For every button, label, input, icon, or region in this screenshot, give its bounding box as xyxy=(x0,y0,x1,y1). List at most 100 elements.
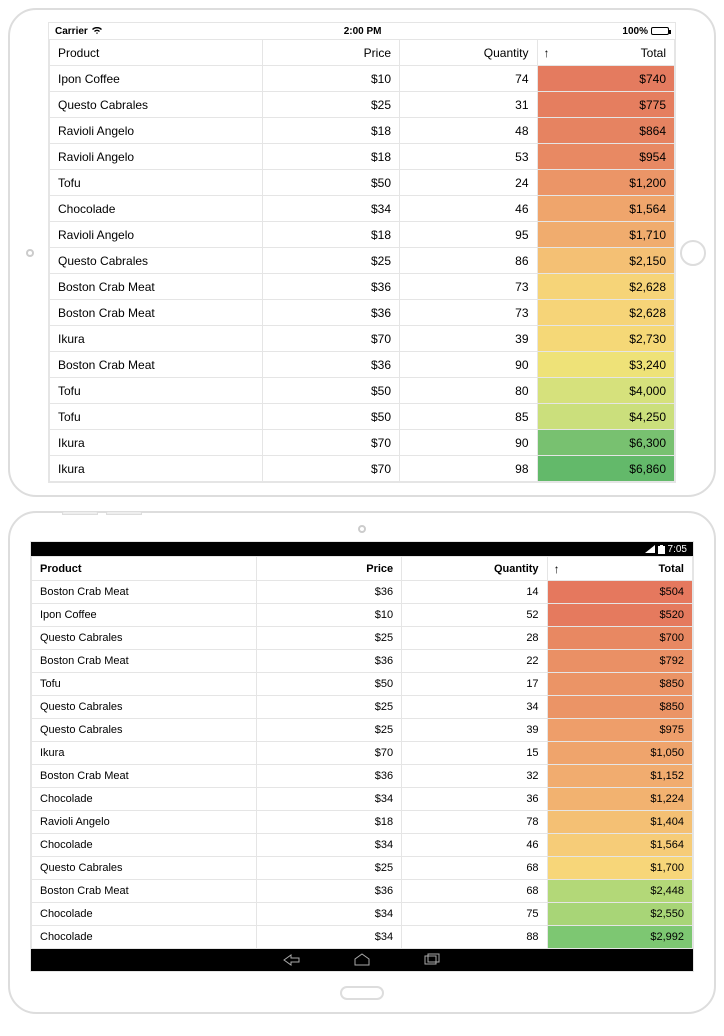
table-row[interactable]: Tofu$5024$1,200 xyxy=(50,170,675,196)
col-product[interactable]: Product xyxy=(32,557,257,581)
home-icon[interactable] xyxy=(352,953,372,967)
recent-apps-icon[interactable] xyxy=(422,953,442,967)
col-price[interactable]: Price xyxy=(262,40,400,66)
cell-total: $740 xyxy=(537,66,675,92)
table-row[interactable]: Tofu$5080$4,000 xyxy=(50,378,675,404)
cell-product: Ipon Coffee xyxy=(50,66,263,92)
device-ipad: Carrier 2:00 PM 100% Product Price Quant… xyxy=(8,8,716,497)
camera-icon xyxy=(26,249,34,257)
cell-price: $25 xyxy=(262,92,400,118)
cell-total: $3,240 xyxy=(537,352,675,378)
cell-total: $1,224 xyxy=(547,788,692,811)
battery-label: 100% xyxy=(622,26,648,37)
cell-price: $25 xyxy=(256,719,401,742)
col-price[interactable]: Price xyxy=(256,557,401,581)
table-row[interactable]: Boston Crab Meat$3673$2,628 xyxy=(50,274,675,300)
table-row[interactable]: Chocolade$3488$2,992 xyxy=(32,926,693,949)
table-row[interactable]: Boston Crab Meat$3668$2,448 xyxy=(32,880,693,903)
cell-price: $36 xyxy=(262,274,400,300)
cell-price: $18 xyxy=(256,811,401,834)
cell-total: $850 xyxy=(547,696,692,719)
table-row[interactable]: Boston Crab Meat$3622$792 xyxy=(32,650,693,673)
cell-product: Ikura xyxy=(50,430,263,456)
cell-product: Ravioli Angelo xyxy=(32,811,257,834)
table-row[interactable]: Ravioli Angelo$1895$1,710 xyxy=(50,222,675,248)
data-grid-ios[interactable]: Product Price Quantity ↑ Total Ipon Coff… xyxy=(49,39,675,482)
cell-price: $50 xyxy=(262,378,400,404)
clock-label: 7:05 xyxy=(668,544,687,555)
cell-product: Tofu xyxy=(50,378,263,404)
table-row[interactable]: Ravioli Angelo$1853$954 xyxy=(50,144,675,170)
col-total[interactable]: ↑ Total xyxy=(547,557,692,581)
cell-price: $34 xyxy=(256,834,401,857)
cell-total: $504 xyxy=(547,581,692,604)
cell-total: $2,992 xyxy=(547,926,692,949)
cell-quantity: 73 xyxy=(400,300,538,326)
cell-total: $792 xyxy=(547,650,692,673)
table-row[interactable]: Ikura$7015$1,050 xyxy=(32,742,693,765)
cell-product: Chocolade xyxy=(32,788,257,811)
table-row[interactable]: Boston Crab Meat$3632$1,152 xyxy=(32,765,693,788)
cell-price: $36 xyxy=(256,880,401,903)
cell-quantity: 80 xyxy=(400,378,538,404)
table-row[interactable]: Ipon Coffee$1052$520 xyxy=(32,604,693,627)
col-quantity[interactable]: Quantity xyxy=(402,557,547,581)
table-row[interactable]: Tofu$5085$4,250 xyxy=(50,404,675,430)
table-row[interactable]: Chocolade$3446$1,564 xyxy=(32,834,693,857)
cell-product: Ravioli Angelo xyxy=(50,118,263,144)
cell-total: $1,700 xyxy=(547,857,692,880)
cell-price: $25 xyxy=(256,627,401,650)
cell-quantity: 46 xyxy=(402,834,547,857)
data-grid-android[interactable]: Product Price Quantity ↑ Total Boston Cr… xyxy=(31,556,693,949)
cell-price: $36 xyxy=(262,352,400,378)
col-total[interactable]: ↑ Total xyxy=(537,40,675,66)
table-row[interactable]: Questo Cabrales$2531$775 xyxy=(50,92,675,118)
table-row[interactable]: Tofu$5017$850 xyxy=(32,673,693,696)
screen-ios: Carrier 2:00 PM 100% Product Price Quant… xyxy=(48,22,676,483)
table-row[interactable]: Chocolade$3436$1,224 xyxy=(32,788,693,811)
table-row[interactable]: Boston Crab Meat$3690$3,240 xyxy=(50,352,675,378)
cell-quantity: 90 xyxy=(400,430,538,456)
cell-product: Ravioli Angelo xyxy=(50,222,263,248)
cell-total: $2,150 xyxy=(537,248,675,274)
table-row[interactable]: Chocolade$3475$2,550 xyxy=(32,903,693,926)
table-row[interactable]: Ravioli Angelo$1878$1,404 xyxy=(32,811,693,834)
table-row[interactable]: Ipon Coffee$1074$740 xyxy=(50,66,675,92)
table-row[interactable]: Boston Crab Meat$3614$504 xyxy=(32,581,693,604)
table-row[interactable]: Questo Cabrales$2539$975 xyxy=(32,719,693,742)
back-icon[interactable] xyxy=(282,953,302,967)
cell-quantity: 74 xyxy=(400,66,538,92)
ios-status-bar: Carrier 2:00 PM 100% xyxy=(49,23,675,39)
cell-quantity: 15 xyxy=(402,742,547,765)
cell-price: $70 xyxy=(262,456,400,482)
cell-price: $70 xyxy=(256,742,401,765)
android-nav-bar xyxy=(31,949,693,971)
cell-quantity: 31 xyxy=(400,92,538,118)
cell-total: $1,564 xyxy=(547,834,692,857)
table-row[interactable]: Boston Crab Meat$3673$2,628 xyxy=(50,300,675,326)
table-row[interactable]: Ikura$7090$6,300 xyxy=(50,430,675,456)
table-row[interactable]: Questo Cabrales$2534$850 xyxy=(32,696,693,719)
cell-quantity: 22 xyxy=(402,650,547,673)
col-quantity[interactable]: Quantity xyxy=(400,40,538,66)
cell-quantity: 98 xyxy=(400,456,538,482)
table-row[interactable]: Ikura$7098$6,860 xyxy=(50,456,675,482)
table-row[interactable]: Ikura$7039$2,730 xyxy=(50,326,675,352)
cell-total: $2,628 xyxy=(537,274,675,300)
cell-quantity: 24 xyxy=(400,170,538,196)
cell-product: Tofu xyxy=(50,404,263,430)
table-row[interactable]: Questo Cabrales$2586$2,150 xyxy=(50,248,675,274)
sort-ascending-icon: ↑ xyxy=(544,46,550,60)
col-product[interactable]: Product xyxy=(50,40,263,66)
table-row[interactable]: Ravioli Angelo$1848$864 xyxy=(50,118,675,144)
table-row[interactable]: Questo Cabrales$2528$700 xyxy=(32,627,693,650)
home-button[interactable] xyxy=(340,986,384,1000)
cell-product: Ipon Coffee xyxy=(32,604,257,627)
header-row: Product Price Quantity ↑ Total xyxy=(50,40,675,66)
cell-price: $50 xyxy=(262,170,400,196)
cell-quantity: 73 xyxy=(400,274,538,300)
table-row[interactable]: Chocolade$3446$1,564 xyxy=(50,196,675,222)
home-button[interactable] xyxy=(680,240,706,266)
table-row[interactable]: Questo Cabrales$2568$1,700 xyxy=(32,857,693,880)
cell-product: Tofu xyxy=(50,170,263,196)
